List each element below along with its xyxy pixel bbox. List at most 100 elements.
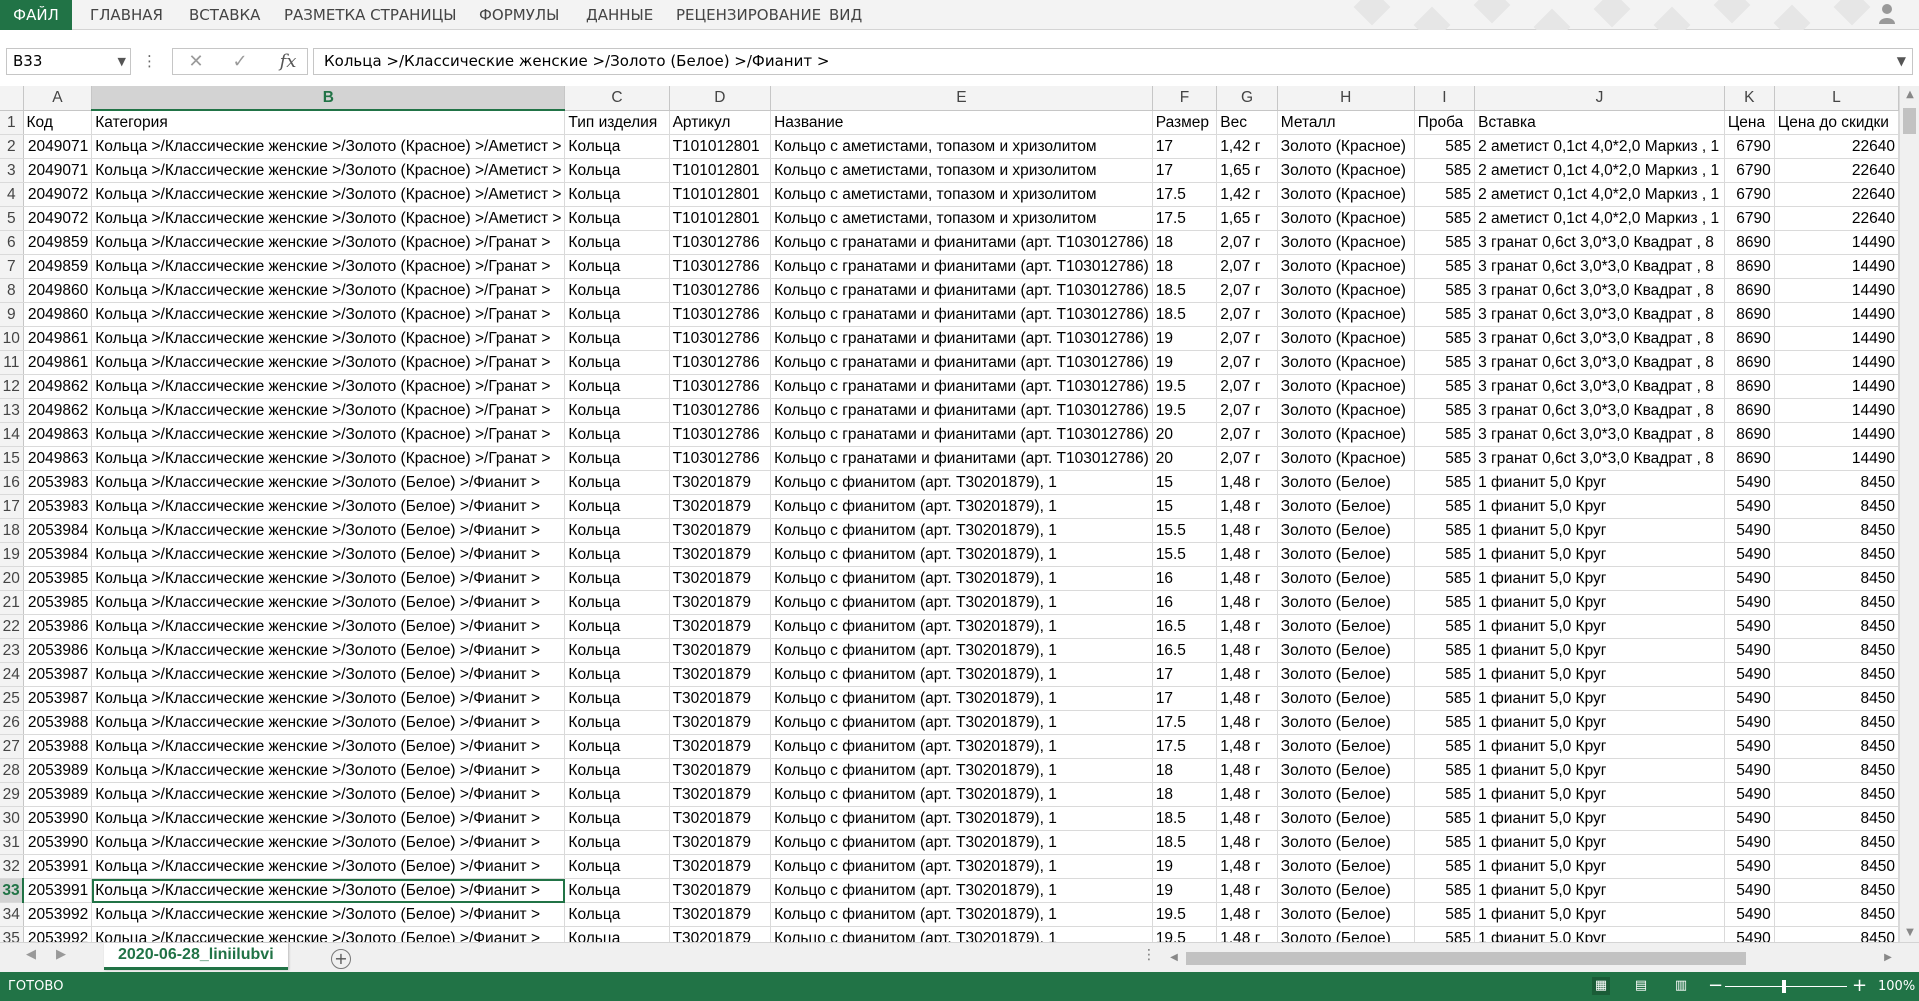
grid-cell[interactable]: Размер bbox=[1152, 110, 1218, 135]
grid-cell[interactable]: Кольцо с фианитом (арт. T30201879), 1 bbox=[770, 494, 1153, 519]
grid-cell[interactable]: Кольцо с гранатами и фианитами (арт. T10… bbox=[770, 254, 1153, 279]
grid-cell[interactable]: Кольца >/Классические женские >/Золото (… bbox=[91, 158, 566, 183]
grid-cell[interactable]: T30201879 bbox=[669, 926, 772, 942]
grid-cell[interactable]: 1 фианит 5,0 Круг bbox=[1474, 758, 1725, 783]
grid-cell[interactable]: Кольца bbox=[564, 254, 670, 279]
grid-cell[interactable]: Кольца >/Классические женские >/Золото (… bbox=[91, 278, 566, 303]
grid-cell[interactable]: Кольцо с фианитом (арт. T30201879), 1 bbox=[770, 758, 1153, 783]
grid-cell[interactable]: 1 фианит 5,0 Круг bbox=[1474, 566, 1725, 591]
grid-cell[interactable]: 585 bbox=[1414, 230, 1476, 255]
row-header[interactable]: 9 bbox=[0, 302, 24, 327]
select-all-corner[interactable] bbox=[0, 86, 24, 111]
grid-cell[interactable]: 585 bbox=[1414, 590, 1476, 615]
column-header[interactable]: B bbox=[91, 86, 566, 111]
ribbon-tab[interactable]: ДАННЫЕ bbox=[586, 0, 653, 30]
grid-cell[interactable]: Кольцо с гранатами и фианитами (арт. T10… bbox=[770, 278, 1153, 303]
grid-cell[interactable]: Кольца >/Классические женские >/Золото (… bbox=[91, 734, 566, 759]
grid-cell[interactable]: 8450 bbox=[1774, 686, 1899, 711]
grid-cell[interactable]: Кольца >/Классические женские >/Золото (… bbox=[91, 614, 566, 639]
grid-cell[interactable]: 19 bbox=[1152, 878, 1218, 903]
row-header[interactable]: 16 bbox=[0, 470, 24, 495]
grid-cell[interactable]: 585 bbox=[1414, 542, 1476, 567]
row-header[interactable]: 8 bbox=[0, 278, 24, 303]
grid-cell[interactable]: 15.5 bbox=[1152, 518, 1218, 543]
grid-cell[interactable]: 18.5 bbox=[1152, 830, 1218, 855]
grid-cell[interactable]: 2053991 bbox=[23, 854, 93, 879]
grid-cell[interactable]: Золото (Белое) bbox=[1277, 638, 1415, 663]
grid-cell[interactable]: 6790 bbox=[1724, 134, 1775, 159]
grid-cell[interactable]: 2049072 bbox=[23, 182, 93, 207]
grid-cell[interactable]: 2,07 г bbox=[1216, 254, 1278, 279]
grid-cell[interactable]: 2053983 bbox=[23, 494, 93, 519]
grid-cell[interactable]: Кольца >/Классические женские >/Золото (… bbox=[91, 830, 566, 855]
grid-cell[interactable]: 14490 bbox=[1774, 254, 1899, 279]
grid-cell[interactable]: 8450 bbox=[1774, 734, 1899, 759]
column-header[interactable]: A bbox=[23, 86, 93, 111]
grid-cell[interactable]: 20 bbox=[1152, 422, 1218, 447]
vertical-scrollbar[interactable]: ▲ ▼ bbox=[1899, 86, 1919, 942]
grid-cell[interactable]: Кольцо с гранатами и фианитами (арт. T10… bbox=[770, 374, 1153, 399]
row-header[interactable]: 13 bbox=[0, 398, 24, 423]
grid-cell[interactable]: Кольца bbox=[564, 374, 670, 399]
grid-cell[interactable]: Кольцо с фианитом (арт. T30201879), 1 bbox=[770, 590, 1153, 615]
grid-cell[interactable]: Кольцо с фианитом (арт. T30201879), 1 bbox=[770, 566, 1153, 591]
grid-cell[interactable]: 2049071 bbox=[23, 158, 93, 183]
grid-cell[interactable]: 22640 bbox=[1774, 206, 1899, 231]
grid-cell[interactable]: T103012786 bbox=[669, 446, 772, 471]
grid-cell[interactable]: Кольца >/Классические женские >/Золото (… bbox=[91, 758, 566, 783]
grid-cell[interactable]: T30201879 bbox=[669, 782, 772, 807]
grid-cell[interactable]: Кольца bbox=[564, 854, 670, 879]
grid-cell[interactable]: Кольца >/Классические женские >/Золото (… bbox=[91, 710, 566, 735]
grid-cell[interactable]: 1 фианит 5,0 Круг bbox=[1474, 686, 1725, 711]
grid-cell[interactable]: Золото (Белое) bbox=[1277, 734, 1415, 759]
grid-cell[interactable]: 585 bbox=[1414, 350, 1476, 375]
grid-cell[interactable]: Кольцо с гранатами и фианитами (арт. T10… bbox=[770, 422, 1153, 447]
grid-cell[interactable]: 2049861 bbox=[23, 326, 93, 351]
grid-cell[interactable]: 1,48 г bbox=[1216, 926, 1278, 942]
grid-cell[interactable]: 2 аметист 0,1ct 4,0*2,0 Маркиз , 1 bbox=[1474, 182, 1725, 207]
grid-cell[interactable]: 20 bbox=[1152, 446, 1218, 471]
grid-cell[interactable]: 8450 bbox=[1774, 878, 1899, 903]
grid-cell[interactable]: 8450 bbox=[1774, 470, 1899, 495]
grid-cell[interactable]: Кольца >/Классические женские >/Золото (… bbox=[91, 518, 566, 543]
grid-cell[interactable]: Кольца bbox=[564, 662, 670, 687]
grid-cell[interactable]: Кольца bbox=[564, 206, 670, 231]
grid-cell[interactable]: 1,48 г bbox=[1216, 734, 1278, 759]
grid-cell[interactable]: 2,07 г bbox=[1216, 230, 1278, 255]
grid-cell[interactable]: 2053988 bbox=[23, 710, 93, 735]
column-header[interactable]: E bbox=[770, 86, 1153, 111]
grid-cell[interactable]: 585 bbox=[1414, 326, 1476, 351]
grid-cell[interactable]: T103012786 bbox=[669, 278, 772, 303]
grid-cell[interactable]: T101012801 bbox=[669, 182, 772, 207]
grid-cell[interactable]: 2053985 bbox=[23, 566, 93, 591]
grid-cell[interactable]: Кольца bbox=[564, 734, 670, 759]
grid-cell[interactable]: Золото (Красное) bbox=[1277, 230, 1415, 255]
grid-cell[interactable]: Кольца >/Классические женские >/Золото (… bbox=[91, 590, 566, 615]
grid-cell[interactable]: Кольца >/Классические женские >/Золото (… bbox=[91, 254, 566, 279]
grid-cell[interactable]: 17.5 bbox=[1152, 206, 1218, 231]
row-header[interactable]: 17 bbox=[0, 494, 24, 519]
grid-cell[interactable]: 17 bbox=[1152, 134, 1218, 159]
grid-cell[interactable]: 15 bbox=[1152, 494, 1218, 519]
grid-cell[interactable]: 585 bbox=[1414, 734, 1476, 759]
grid-cell[interactable]: 1,48 г bbox=[1216, 518, 1278, 543]
grid-cell[interactable]: 18.5 bbox=[1152, 302, 1218, 327]
grid-cell[interactable]: 1 фианит 5,0 Круг bbox=[1474, 878, 1725, 903]
grid-cell[interactable]: Кольцо с фианитом (арт. T30201879), 1 bbox=[770, 686, 1153, 711]
ribbon-tab[interactable]: РАЗМЕТКА СТРАНИЦЫ bbox=[284, 0, 457, 30]
formula-bar-resize-handle[interactable]: ⋮ bbox=[142, 49, 157, 73]
grid-cell[interactable]: Золото (Красное) bbox=[1277, 350, 1415, 375]
grid-cell[interactable]: 2049860 bbox=[23, 278, 93, 303]
scroll-down-icon[interactable]: ▼ bbox=[1900, 924, 1919, 942]
grid-cell[interactable]: Кольцо с аметистами, топазом и хризолито… bbox=[770, 206, 1153, 231]
grid-cell[interactable]: 5490 bbox=[1724, 518, 1775, 543]
tab-split-handle[interactable]: ⋮ bbox=[1142, 947, 1156, 963]
grid-cell[interactable]: T103012786 bbox=[669, 422, 772, 447]
grid-cell[interactable]: 6790 bbox=[1724, 158, 1775, 183]
grid-cell[interactable]: 3 гранат 0,6ct 3,0*3,0 Квадрат , 8 bbox=[1474, 350, 1725, 375]
grid-cell[interactable]: 1,48 г bbox=[1216, 662, 1278, 687]
grid-cell[interactable]: 18 bbox=[1152, 230, 1218, 255]
column-header[interactable]: F bbox=[1152, 86, 1218, 111]
grid-cell[interactable]: 2053989 bbox=[23, 758, 93, 783]
grid-cell[interactable]: 18 bbox=[1152, 254, 1218, 279]
